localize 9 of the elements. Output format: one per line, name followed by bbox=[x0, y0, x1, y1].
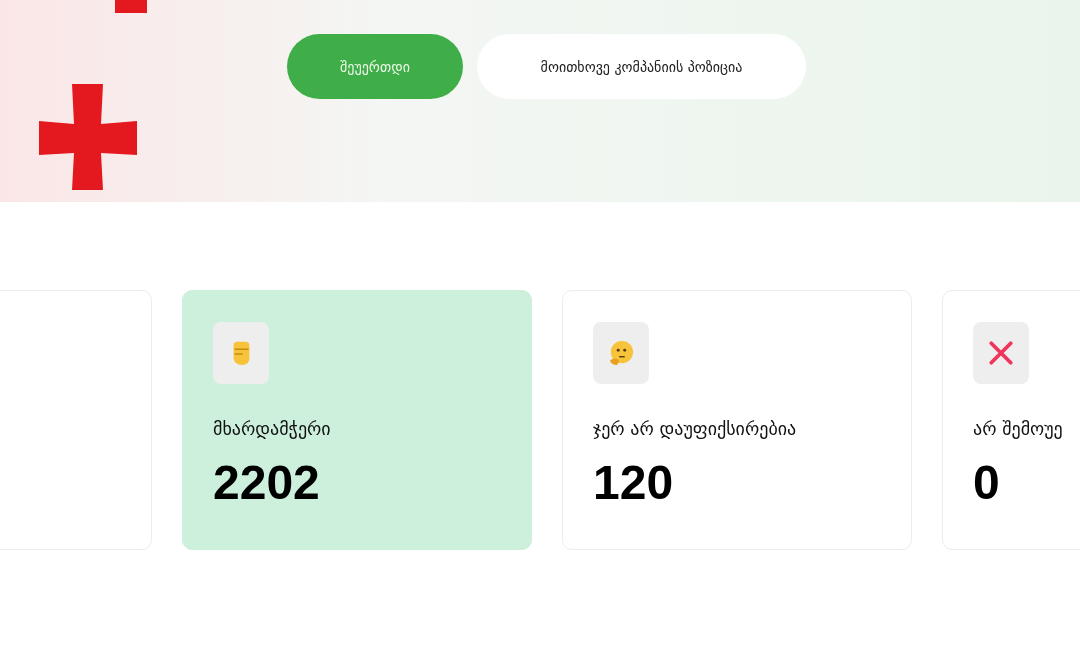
thinking-face-icon bbox=[608, 340, 634, 366]
close-icon bbox=[988, 340, 1014, 366]
stat-count: 0 bbox=[973, 455, 1001, 510]
request-button[interactable]: მოითხოვე კომპანიის პოზიცია bbox=[477, 34, 806, 99]
stat-label: ჯერ არ დაუფიქსირებია bbox=[593, 418, 798, 439]
stat-count: 120 bbox=[593, 455, 675, 510]
stat-label: მხარდამჭერი bbox=[213, 418, 332, 439]
stat-label: არ შემოუე bbox=[973, 418, 1064, 439]
stat-count: 2202 bbox=[213, 455, 321, 510]
